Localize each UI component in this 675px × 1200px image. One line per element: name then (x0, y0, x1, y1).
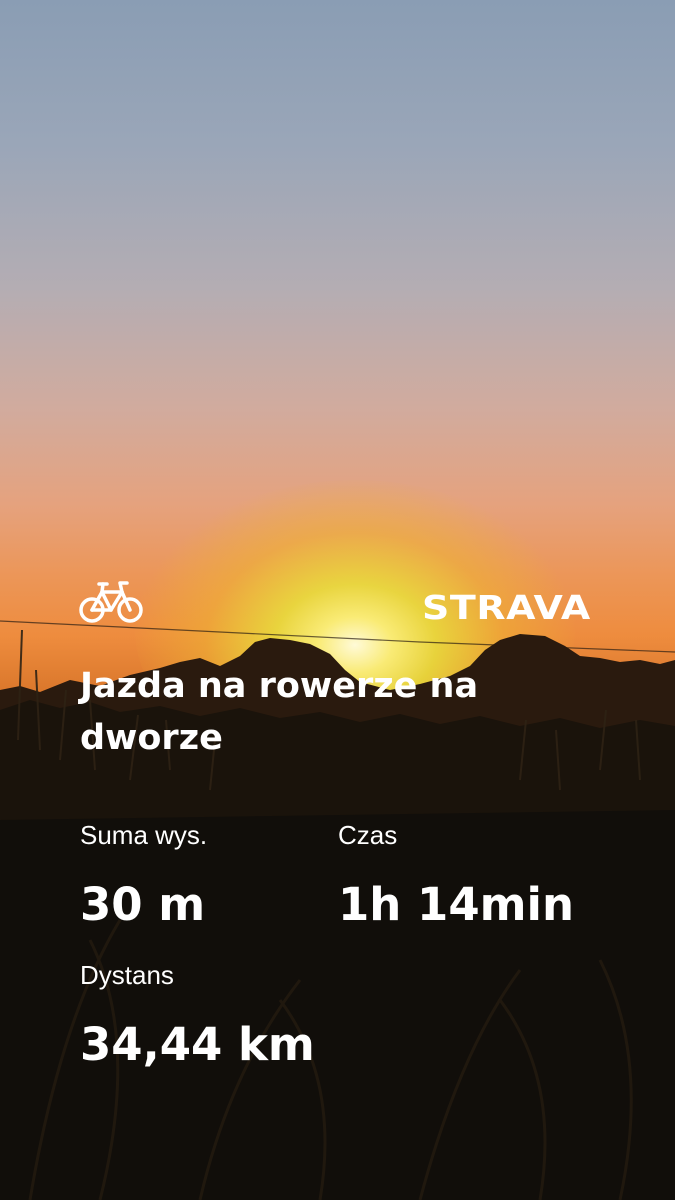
stat-distance-value: 34,44 km (80, 1018, 315, 1071)
stat-elevation-label: Suma wys. (80, 820, 208, 850)
stat-distance-label: Dystans (80, 960, 174, 990)
activity-share-card: STRAVA Jazda na rowerze na dworze Suma w… (0, 0, 675, 1200)
stat-elevation: Suma wys. 30 m (80, 820, 207, 932)
bike-icon (79, 581, 143, 623)
activity-title: Jazda na rowerze na dworze (80, 666, 479, 758)
stat-time-label: Czas (338, 820, 398, 850)
stat-distance: Dystans 34,44 km (80, 960, 315, 1072)
strava-logo: STRAVA (422, 588, 591, 627)
stat-time-value: 1h 14min (338, 878, 574, 931)
stat-elevation-value: 30 m (80, 878, 206, 931)
stat-time: Czas 1h 14min (338, 820, 574, 932)
